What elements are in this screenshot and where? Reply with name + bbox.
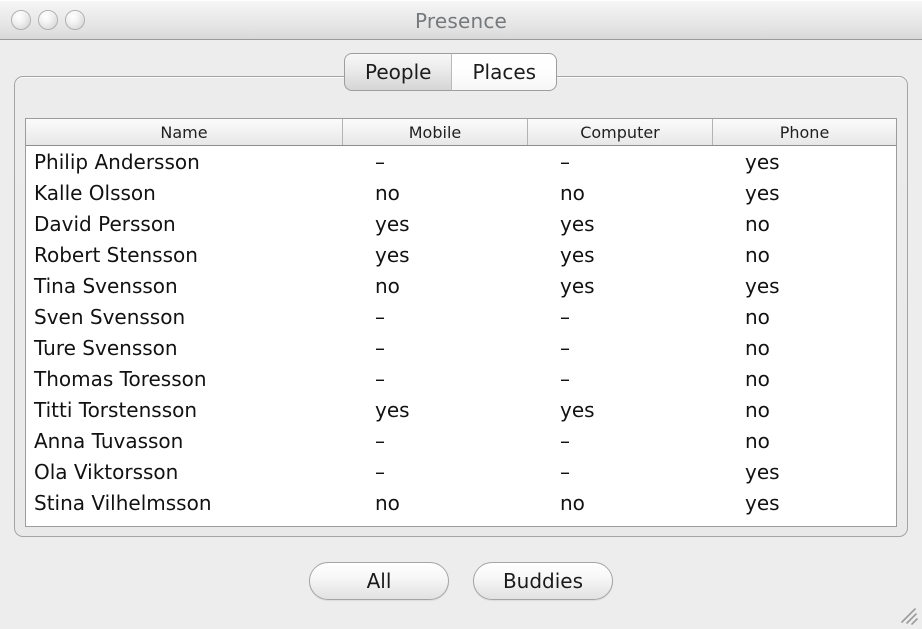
cell-mobile: – (375, 366, 385, 391)
cell-mobile: yes (375, 211, 410, 236)
buddies-button-label: Buddies (502, 569, 584, 593)
cell-mobile: no (375, 180, 400, 205)
tab-people-label: People (365, 60, 432, 84)
cell-name: Kalle Olsson (34, 180, 156, 205)
table-body: Philip Andersson – – yes Kalle Olsson no… (26, 146, 896, 518)
window-titlebar: Presence (0, 0, 922, 40)
table-row[interactable]: Kalle Olsson no no yes (26, 177, 896, 208)
cell-mobile: yes (375, 242, 410, 267)
table-row[interactable]: Tina Svensson no yes yes (26, 270, 896, 301)
table-row[interactable]: Stina Vilhelmsson no no yes (26, 487, 896, 518)
buddies-button[interactable]: Buddies (473, 562, 613, 600)
column-header-phone[interactable]: Phone (713, 119, 896, 145)
cell-computer: – (560, 428, 570, 453)
table-row[interactable]: Philip Andersson – – yes (26, 146, 896, 177)
presence-window: Presence People Places Name Mobile Compu… (0, 0, 922, 629)
cell-computer: yes (560, 273, 595, 298)
cell-computer: – (560, 335, 570, 360)
cell-name: Sven Svensson (34, 304, 186, 329)
cell-computer: no (560, 490, 585, 515)
table-row[interactable]: Titti Torstensson yes yes no (26, 394, 896, 425)
window-title: Presence (414, 9, 508, 33)
cell-phone: no (745, 211, 770, 236)
cell-phone: no (745, 304, 770, 329)
cell-name: Ture Svensson (34, 335, 178, 360)
cell-mobile: – (375, 304, 385, 329)
cell-computer: – (560, 304, 570, 329)
cell-mobile: no (375, 490, 400, 515)
cell-computer: – (560, 149, 570, 174)
cell-name: Robert Stensson (34, 242, 198, 267)
cell-phone: no (745, 242, 770, 267)
cell-mobile: – (375, 428, 385, 453)
cell-computer: – (560, 459, 570, 484)
cell-name: David Persson (34, 211, 176, 236)
tab-places[interactable]: Places (452, 53, 558, 91)
all-button[interactable]: All (309, 562, 449, 600)
footer-buttons: All Buddies (0, 562, 922, 600)
cell-name: Titti Torstensson (34, 397, 198, 422)
cell-phone: yes (745, 149, 780, 174)
cell-phone: no (745, 397, 770, 422)
column-header-name[interactable]: Name (26, 119, 343, 145)
cell-phone: yes (745, 459, 780, 484)
cell-computer: yes (560, 242, 595, 267)
cell-name: Anna Tuvasson (34, 428, 184, 453)
cell-name: Tina Svensson (34, 273, 178, 298)
cell-mobile: – (375, 149, 385, 174)
table-row[interactable]: Anna Tuvasson – – no (26, 425, 896, 456)
table-row[interactable]: Thomas Toresson – – no (26, 363, 896, 394)
presence-table: Name Mobile Computer Phone Philip Anders… (25, 118, 897, 527)
table-row[interactable]: Sven Svensson – – no (26, 301, 896, 332)
cell-computer: no (560, 180, 585, 205)
tab-bar: People Places (344, 53, 558, 91)
cell-name: Stina Vilhelmsson (34, 490, 212, 515)
cell-mobile: no (375, 273, 400, 298)
table-row[interactable]: Ola Viktorsson – – yes (26, 456, 896, 487)
cell-name: Ola Viktorsson (34, 459, 179, 484)
cell-phone: no (745, 366, 770, 391)
cell-name: Thomas Toresson (34, 366, 207, 391)
column-header-computer[interactable]: Computer (528, 119, 713, 145)
resize-grip-icon[interactable] (897, 604, 919, 626)
cell-phone: yes (745, 490, 780, 515)
table-row[interactable]: Ture Svensson – – no (26, 332, 896, 363)
cell-computer: yes (560, 397, 595, 422)
cell-name: Philip Andersson (34, 149, 200, 174)
tab-people[interactable]: People (344, 53, 453, 91)
cell-mobile: yes (375, 397, 410, 422)
table-header-row: Name Mobile Computer Phone (26, 119, 896, 146)
cell-phone: yes (745, 273, 780, 298)
cell-phone: no (745, 428, 770, 453)
tab-places-label: Places (472, 60, 537, 84)
cell-computer: – (560, 366, 570, 391)
cell-mobile: – (375, 459, 385, 484)
table-row[interactable]: Robert Stensson yes yes no (26, 239, 896, 270)
cell-computer: yes (560, 211, 595, 236)
cell-phone: yes (745, 180, 780, 205)
all-button-label: All (366, 569, 392, 593)
column-header-mobile[interactable]: Mobile (343, 119, 528, 145)
cell-phone: no (745, 335, 770, 360)
cell-mobile: – (375, 335, 385, 360)
table-row[interactable]: David Persson yes yes no (26, 208, 896, 239)
